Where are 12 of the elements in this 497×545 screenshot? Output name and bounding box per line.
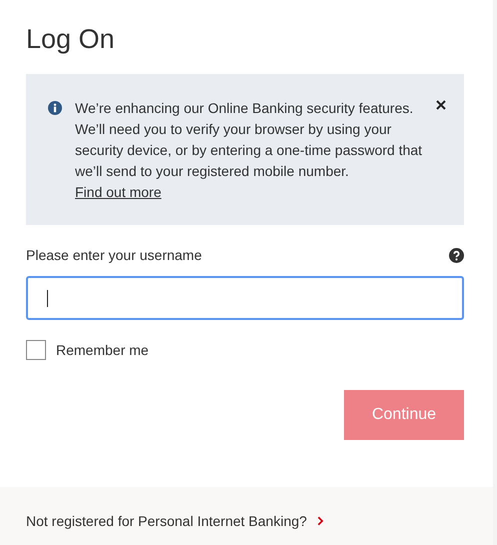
remember-checkbox[interactable]: [26, 340, 46, 360]
close-icon[interactable]: [436, 100, 446, 110]
info-icon: [48, 101, 62, 115]
remember-label: Remember me: [56, 342, 149, 358]
username-field[interactable]: [26, 276, 464, 320]
chevron-icon: [316, 516, 324, 526]
find-out-more-link[interactable]: Find out more: [75, 184, 162, 200]
username-label: Please enter your username: [26, 247, 202, 263]
notice-message: We’re enhancing our Online Banking security features. We’ll need you to verify your browser by using your security device, or by entering a one-time password that we’ll send to your registered mobile number.: [75, 99, 423, 181]
registration-link[interactable]: Not registered for Personal Internet Banking?: [26, 513, 307, 529]
help-icon[interactable]: [449, 248, 464, 262]
page-title: Log On: [26, 23, 116, 55]
